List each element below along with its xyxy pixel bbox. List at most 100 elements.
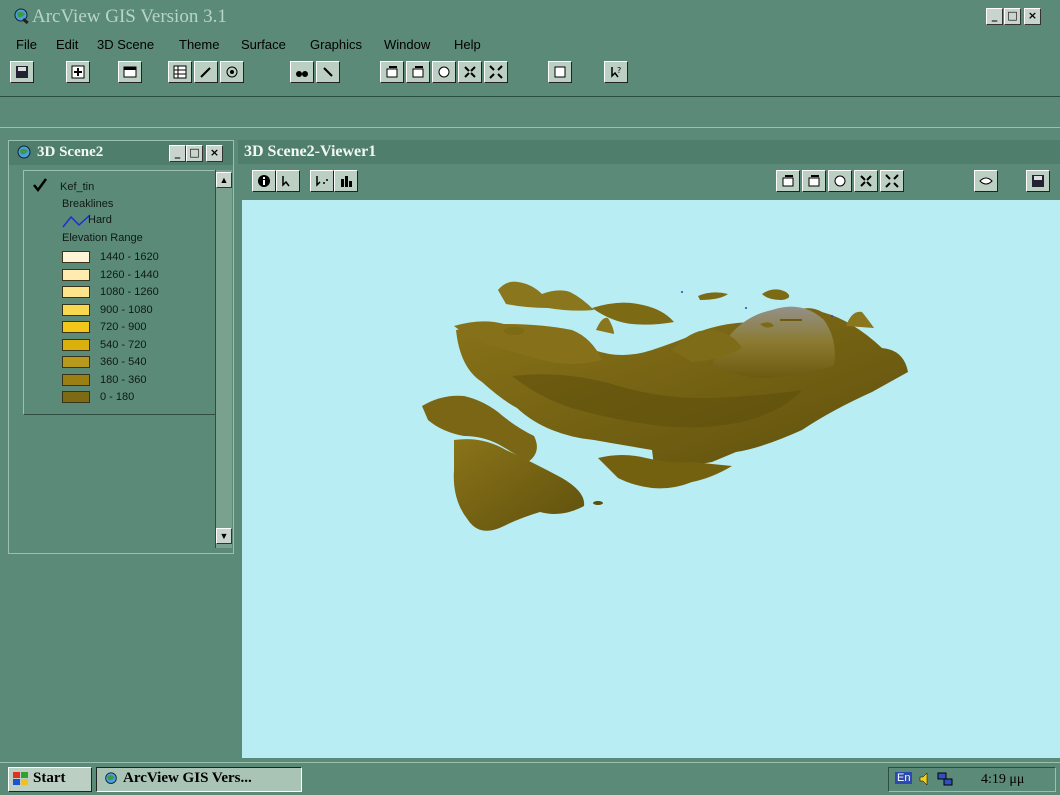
network-icon[interactable] bbox=[937, 771, 953, 787]
close-button[interactable]: × bbox=[1024, 8, 1041, 25]
hotlink-button[interactable] bbox=[220, 61, 244, 83]
menu-help[interactable]: Help bbox=[454, 37, 481, 52]
floppy-icon bbox=[1032, 175, 1044, 187]
scroll-up-button[interactable]: ▲ bbox=[216, 172, 232, 188]
elevation-range-label: Elevation Range bbox=[62, 232, 143, 244]
find-button[interactable] bbox=[290, 61, 314, 83]
viewer-zoom-in-button[interactable] bbox=[854, 170, 878, 192]
theme-name[interactable]: Kef_tin bbox=[60, 181, 94, 193]
select-points-button[interactable] bbox=[310, 170, 334, 192]
3d-scene-canvas[interactable] bbox=[242, 200, 1060, 758]
viewer-title: 3D Scene2-Viewer1 bbox=[244, 143, 377, 160]
building-tool-button[interactable] bbox=[334, 170, 358, 192]
elevation-swatch bbox=[62, 338, 90, 351]
binoculars-icon bbox=[296, 71, 308, 77]
hard-label: Hard bbox=[88, 214, 112, 226]
viewer-navigate-button[interactable] bbox=[974, 170, 998, 192]
theme-properties-button[interactable] bbox=[168, 61, 192, 83]
scene-maximize-button[interactable]: □ bbox=[186, 145, 203, 162]
windows-logo-icon bbox=[13, 772, 28, 785]
zoom-in-button[interactable] bbox=[458, 61, 482, 83]
navigate-button[interactable] bbox=[548, 61, 572, 83]
system-tray: En 4:19 μμ bbox=[888, 767, 1056, 792]
elevation-swatch bbox=[62, 321, 90, 333]
speaker-icon[interactable] bbox=[919, 772, 933, 786]
scene-viewer-window: 3D Scene2-Viewer1 bbox=[238, 140, 1060, 758]
app-title-bar: ArcView GIS Version 3.1 _ □ × bbox=[0, 0, 1060, 34]
identify-button[interactable] bbox=[252, 170, 276, 192]
locate-button[interactable] bbox=[316, 61, 340, 83]
elevation-swatch bbox=[62, 356, 90, 368]
scene-minimize-button[interactable]: _ bbox=[169, 145, 186, 162]
pencil-icon bbox=[200, 67, 211, 78]
properties-button[interactable] bbox=[118, 61, 142, 83]
layers-icon bbox=[412, 66, 424, 78]
scene-window-title-bar: 3D Scene2 _ □ × bbox=[9, 141, 233, 165]
save-project-button[interactable] bbox=[10, 61, 34, 83]
elevation-swatch bbox=[62, 286, 90, 298]
elevation-range-label-item: 0 - 180 bbox=[100, 391, 135, 403]
terrain-model bbox=[422, 281, 908, 531]
viewer-zoom-out-button[interactable] bbox=[880, 170, 904, 192]
add-theme-button[interactable] bbox=[66, 61, 90, 83]
menu-edit[interactable]: Edit bbox=[56, 37, 78, 52]
navigate-icon bbox=[979, 177, 993, 185]
table-of-contents: Kef_tin Breaklines Hard Elevation Range … bbox=[23, 170, 217, 415]
viewer-select-features-button[interactable] bbox=[776, 170, 800, 192]
minimize-button[interactable]: _ bbox=[986, 8, 1003, 25]
zoom-to-active-button[interactable] bbox=[432, 61, 456, 83]
zoom-in-arrows-icon bbox=[860, 175, 872, 187]
menu-bar: File Edit 3D Scene Theme Surface Graphic… bbox=[0, 34, 1060, 56]
taskbar: Start ArcView GIS Vers... En 4:19 μμ bbox=[0, 762, 1060, 795]
elevation-range-label-item: 180 - 360 bbox=[100, 373, 147, 386]
elevation-swatch bbox=[62, 303, 90, 316]
legend-scrollbar[interactable]: ▲ ▼ bbox=[215, 170, 232, 548]
taskbar-arcview-label: ArcView GIS Vers... bbox=[123, 770, 252, 786]
menu-theme[interactable]: Theme bbox=[179, 37, 219, 52]
select-tool-button[interactable] bbox=[276, 170, 300, 192]
maximize-button[interactable]: □ bbox=[1004, 8, 1021, 25]
scene-window: 3D Scene2 _ □ × Kef_tin Breaklines Hard … bbox=[8, 140, 234, 554]
globe-layer-icon bbox=[438, 66, 450, 78]
viewer-title-bar: 3D Scene2-Viewer1 bbox=[238, 140, 1060, 164]
main-toolbar: ? bbox=[0, 56, 1060, 96]
select-features-button[interactable] bbox=[380, 61, 404, 83]
menu-graphics[interactable]: Graphics bbox=[310, 37, 362, 52]
scene-close-button[interactable]: × bbox=[206, 145, 223, 162]
menu-3d-scene[interactable]: 3D Scene bbox=[97, 37, 154, 52]
menu-surface[interactable]: Surface bbox=[241, 37, 286, 52]
scroll-down-button[interactable]: ▼ bbox=[216, 528, 232, 544]
menu-file[interactable]: File bbox=[16, 37, 37, 52]
zoom-out-arrows-icon bbox=[885, 174, 899, 188]
elevation-range-label-item: 360 - 540 bbox=[100, 356, 147, 368]
add-plus-icon bbox=[71, 65, 85, 79]
breaklines-label: Breaklines bbox=[62, 198, 114, 210]
app-title: ArcView GIS Version 3.1 bbox=[32, 6, 227, 27]
checkmark-icon[interactable] bbox=[32, 177, 48, 193]
arcview-globe-icon bbox=[14, 8, 29, 25]
elevation-range-label-item: 540 - 720 bbox=[100, 338, 147, 351]
elevation-swatch bbox=[62, 268, 90, 281]
zoom-to-themes-button[interactable] bbox=[406, 61, 430, 83]
viewer-zoom-active-button[interactable] bbox=[828, 170, 852, 192]
start-button[interactable]: Start bbox=[8, 767, 92, 792]
menu-window[interactable]: Window bbox=[384, 37, 430, 52]
box-icon bbox=[554, 66, 566, 78]
zoom-out-button[interactable] bbox=[484, 61, 508, 83]
globe-layer-icon bbox=[834, 175, 846, 187]
layers-icon bbox=[386, 66, 398, 78]
viewer-save-button[interactable] bbox=[1026, 170, 1050, 192]
arcview-task-icon bbox=[105, 772, 117, 784]
elevation-range-label-item: 720 - 900 bbox=[100, 321, 147, 333]
help-tool-button[interactable]: ? bbox=[604, 61, 628, 83]
viewer-zoom-themes-button[interactable] bbox=[802, 170, 826, 192]
taskbar-arcview-item[interactable]: ArcView GIS Vers... bbox=[96, 767, 302, 792]
elevation-range-label-item: 1080 - 1260 bbox=[100, 286, 159, 298]
clock: 4:19 μμ bbox=[981, 772, 1025, 787]
elevation-range-label-item: 900 - 1080 bbox=[100, 303, 153, 316]
edit-legend-button[interactable] bbox=[194, 61, 218, 83]
language-indicator[interactable]: En bbox=[895, 772, 913, 784]
elevation-swatch bbox=[62, 373, 90, 386]
scene-window-title: 3D Scene2 bbox=[37, 144, 104, 160]
select-dots-icon bbox=[316, 176, 328, 187]
